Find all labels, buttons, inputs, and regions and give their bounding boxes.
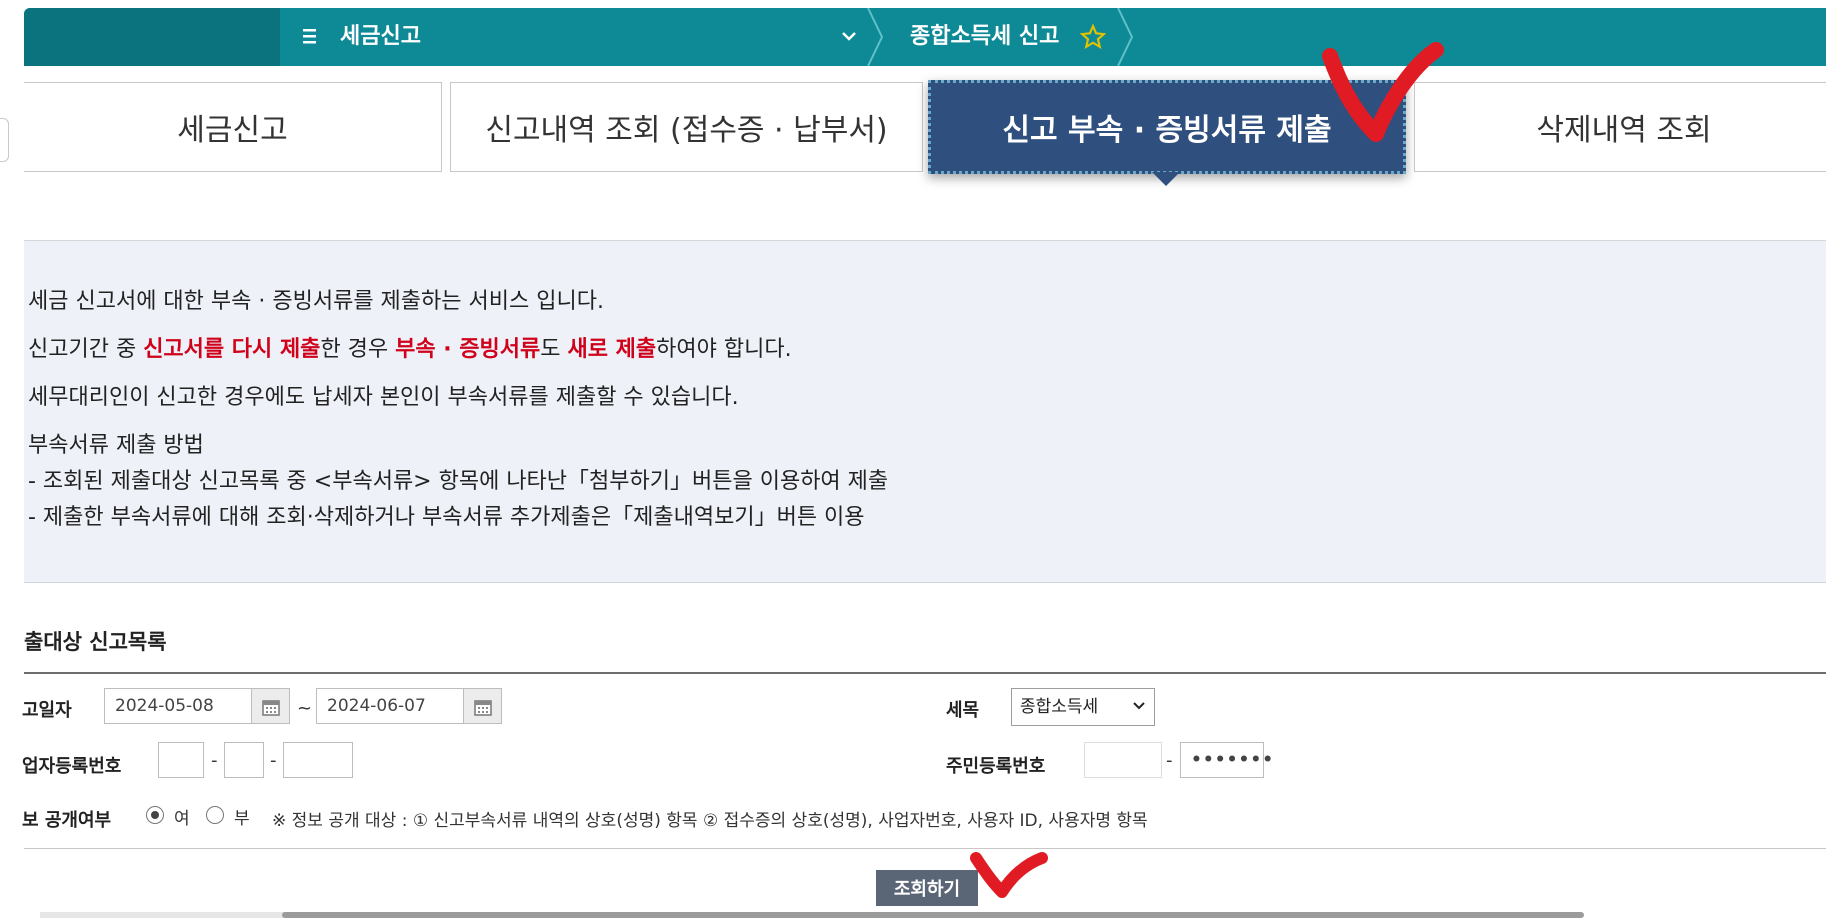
breadcrumb-separator-icon xyxy=(867,8,884,66)
resident-number-label: 주민등록번호 xyxy=(946,756,1046,777)
menu-icon[interactable] xyxy=(300,23,326,49)
calendar-icon[interactable] xyxy=(464,688,502,724)
business-number-part1[interactable] xyxy=(158,742,204,778)
business-number-part3[interactable] xyxy=(283,742,353,778)
section-divider xyxy=(24,672,1826,674)
disclosure-label: 보 공개여부 xyxy=(22,810,112,831)
tab-label: 신고내역 조회 (접수증 · 납부서) xyxy=(485,113,888,148)
info-highlight: 신고서를 다시 제출 xyxy=(143,337,321,362)
info-text: 신고기간 중 xyxy=(28,337,144,362)
resident-number-back[interactable]: ••••••• xyxy=(1180,742,1273,778)
side-panel-handle[interactable] xyxy=(0,118,9,162)
dash: - xyxy=(211,750,218,771)
date-range-tilde: ~ xyxy=(297,698,313,719)
tab-tax-filing[interactable]: 세금신고 xyxy=(24,82,442,172)
chevron-down-icon[interactable] xyxy=(840,25,858,47)
date-from-input[interactable]: 2024-05-08 xyxy=(104,688,252,724)
method-step-1: - 조회된 제출대상 신고목록 중 <부속서류> 항목에 나타난「첨부하기」버튼… xyxy=(28,469,889,494)
dash: - xyxy=(270,750,277,771)
breadcrumb-current[interactable]: 종합소득세 신고 xyxy=(910,23,1059,51)
info-text: 한 경우 xyxy=(320,337,396,362)
business-number-part2[interactable] xyxy=(224,742,264,778)
top-navigation-bar: 세금신고 종합소득세 신고 xyxy=(24,8,1826,66)
divider xyxy=(24,848,1826,849)
service-info-box: 세금 신고서에 대한 부속 · 증빙서류를 제출하는 서비스 입니다. 신고기간… xyxy=(24,241,1826,583)
tax-item-value: 종합소득세 xyxy=(1020,697,1099,717)
date-label: 고일자 xyxy=(22,700,72,721)
info-highlight: 부속 · 증빙서류 xyxy=(395,337,541,362)
disclosure-note: ※ 정보 공개 대상 : ① 신고부속서류 내역의 상호(성명) 항목 ② 접수… xyxy=(272,811,1148,831)
info-line-3: 세무대리인이 신고한 경우에도 납세자 본인이 부속서류를 제출할 수 있습니다… xyxy=(28,385,739,410)
radio-yes-label: 여 xyxy=(174,809,190,829)
tab-label: 신고 부속 · 증빙서류 제출 xyxy=(1002,113,1332,148)
info-line-1: 세금 신고서에 대한 부속 · 증빙서류를 제출하는 서비스 입니다. xyxy=(28,289,604,314)
resident-number-front[interactable] xyxy=(1084,742,1162,778)
home-block xyxy=(24,8,280,66)
date-to-input[interactable]: 2024-06-07 xyxy=(316,688,464,724)
radio-disclosure-yes[interactable] xyxy=(146,806,164,824)
breadcrumb-end-separator-icon xyxy=(1117,8,1134,66)
section-title: 출대상 신고목록 xyxy=(24,630,167,654)
star-icon[interactable] xyxy=(1080,24,1106,50)
tab-label: 세금신고 xyxy=(177,113,288,148)
info-text: 하여야 합니다. xyxy=(656,337,792,362)
radio-no-label: 부 xyxy=(234,809,250,829)
radio-disclosure-no[interactable] xyxy=(206,806,224,824)
search-button[interactable]: 조회하기 xyxy=(876,870,978,906)
info-text: 도 xyxy=(540,337,568,362)
method-step-2: - 제출한 부속서류에 대해 조회·삭제하거나 부속서류 추가제출은「제출내역보… xyxy=(28,505,865,530)
info-line-2: 신고기간 중 신고서를 다시 제출한 경우 부속 · 증빙서류도 새로 제출하여… xyxy=(28,335,792,365)
method-title: 부속서류 제출 방법 xyxy=(28,433,204,458)
horizontal-scrollbar-thumb[interactable] xyxy=(282,912,1584,918)
menu-title[interactable]: 세금신고 xyxy=(340,23,421,51)
tab-submit-attachments[interactable]: 신고 부속 · 증빙서류 제출 xyxy=(928,80,1406,174)
checkmark-annotation xyxy=(970,852,1048,898)
info-highlight: 새로 제출 xyxy=(567,337,657,362)
active-tab-pointer xyxy=(1152,172,1180,186)
calendar-icon[interactable] xyxy=(252,688,290,724)
tax-item-label: 세목 xyxy=(946,700,980,721)
dash: - xyxy=(1166,750,1173,771)
tax-item-select[interactable]: 종합소득세 xyxy=(1011,688,1155,726)
tab-filing-history[interactable]: 신고내역 조회 (접수증 · 납부서) xyxy=(450,82,923,172)
chevron-down-icon xyxy=(1133,702,1145,710)
business-number-label: 업자등록번호 xyxy=(22,756,122,777)
tab-label: 삭제내역 조회 xyxy=(1536,113,1712,148)
tab-deleted-history[interactable]: 삭제내역 조회 xyxy=(1414,82,1826,172)
